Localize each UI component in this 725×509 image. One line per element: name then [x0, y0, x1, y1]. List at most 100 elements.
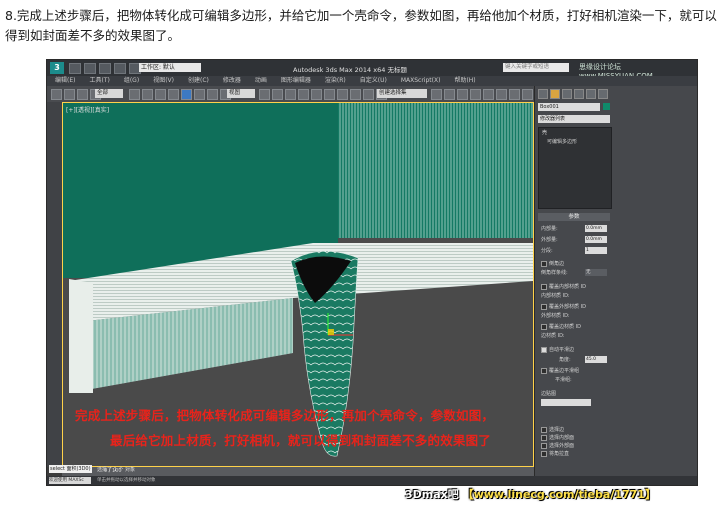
motion-tab-icon[interactable] [574, 89, 584, 99]
modify-tab-icon[interactable] [550, 89, 560, 99]
mirror-icon[interactable] [363, 89, 374, 100]
pivot-icon[interactable] [259, 89, 270, 100]
menu-item[interactable]: 工具(T) [89, 76, 109, 86]
render-frame-icon[interactable] [509, 89, 520, 100]
edge-mapping-dropdown[interactable] [541, 399, 591, 406]
toolbar-icons-select [129, 89, 231, 100]
maxscript-listener-line[interactable]: select 面积(3D0) [49, 465, 92, 473]
maxscript-welcome[interactable]: 欢迎使用 MAXSc [49, 477, 91, 484]
select-manipulate-icon[interactable] [272, 89, 283, 100]
open-icon[interactable] [84, 63, 96, 74]
render-setup-icon[interactable] [496, 89, 507, 100]
stack-item-editable-poly[interactable]: 可编辑多边形 [539, 137, 611, 146]
select-by-name-icon[interactable] [142, 89, 153, 100]
rect-select-icon[interactable] [155, 89, 166, 100]
modifier-list-dropdown[interactable]: 修改器列表 [538, 115, 610, 123]
material-editor-icon[interactable] [483, 89, 494, 100]
schematic-icon[interactable] [470, 89, 481, 100]
param-segments-label: 分段: [541, 248, 553, 254]
move-icon[interactable] [181, 89, 192, 100]
menu-item[interactable]: 编辑(E) [55, 76, 75, 86]
side-panel-blank [612, 86, 697, 485]
angle-spinner[interactable]: 45.0 [585, 356, 607, 363]
watermark-bottom-part1: 3Dmax吧 [405, 488, 459, 501]
back-wall-right [338, 103, 533, 238]
new-icon[interactable] [69, 63, 81, 74]
select-icon[interactable] [129, 89, 140, 100]
menu-item[interactable]: 帮助(H) [454, 76, 475, 86]
snap-icon[interactable] [298, 89, 309, 100]
viewport-label[interactable]: [+][透视][真实] [66, 105, 109, 114]
toolbar-icons-snap [259, 89, 387, 100]
angle-snap-icon[interactable] [311, 89, 322, 100]
rotate-icon[interactable] [194, 89, 205, 100]
auto-smooth-checkbox[interactable]: 自动平滑边 [541, 346, 574, 353]
app-logo[interactable]: 3 [50, 62, 64, 74]
object-name-field[interactable]: Box001 [538, 103, 600, 111]
param-inner-label: 内部量: [541, 226, 558, 232]
layer-manager-icon[interactable] [431, 89, 442, 100]
select-outer-label: 选择外部面 [549, 443, 575, 449]
mesh-slab-side [69, 279, 93, 393]
menu-item[interactable]: 视图(V) [153, 76, 174, 86]
quick-access-toolbar [69, 63, 141, 74]
percent-snap-icon[interactable] [324, 89, 335, 100]
object-color-swatch[interactable] [603, 103, 610, 110]
undo-icon[interactable] [51, 89, 62, 100]
reference-coord-dropdown[interactable]: 视图 [227, 89, 255, 98]
modifier-stack[interactable]: 壳 可编辑多边形 [538, 127, 612, 209]
selection-filter-dropdown[interactable]: 全部 [95, 89, 123, 98]
search-input[interactable]: 键入关键字或短语 [503, 63, 569, 72]
render-icon[interactable] [522, 89, 533, 100]
override-outer-checkbox[interactable]: 覆盖外部材质 ID [541, 303, 586, 310]
redo-icon[interactable] [64, 89, 75, 100]
edge-mat-id-label: 边材质 ID: [541, 333, 565, 339]
selection-status: 选择了 1 个 对象 [97, 467, 135, 473]
window-crossing-icon[interactable] [168, 89, 179, 100]
graphite-icon[interactable] [444, 89, 455, 100]
param-segments-spinner[interactable]: 1 [585, 247, 607, 254]
menu-item[interactable]: 组(G) [124, 76, 139, 86]
bevel-edges-checkbox[interactable]: 倒角边 [541, 260, 564, 267]
overlay-caption-line1: 完成上述步骤后，把物体转化成可编辑多边形，再加个壳命令，参数如图， [75, 408, 495, 423]
create-tab-icon[interactable] [538, 89, 548, 99]
named-selection-dropdown[interactable]: 创建选择集 [377, 89, 427, 98]
angle-label: 角度: [559, 357, 571, 363]
straighten-label: 将角拉直 [549, 451, 570, 457]
hierarchy-tab-icon[interactable] [562, 89, 572, 99]
stack-item-shell[interactable]: 壳 [539, 128, 611, 137]
param-outer-spinner[interactable]: 0.0mm [585, 236, 607, 243]
save-icon[interactable] [99, 63, 111, 74]
keyboard-shortcut-icon[interactable] [285, 89, 296, 100]
params-rollout-header[interactable]: 参数 [538, 213, 610, 221]
spinner-snap-icon[interactable] [337, 89, 348, 100]
menu-item[interactable]: 图形编辑器 [281, 76, 311, 86]
menu-item[interactable]: MAXScript(X) [401, 76, 441, 86]
display-tab-icon[interactable] [586, 89, 596, 99]
select-edges-checkbox[interactable]: 选择边 [541, 426, 564, 433]
menu-item[interactable]: 创建(C) [188, 76, 209, 86]
link-icon[interactable] [77, 89, 88, 100]
bevel-spline-button[interactable]: 无 [585, 269, 607, 276]
select-outer-checkbox[interactable]: 选择外部面 [541, 442, 574, 449]
menu-item[interactable]: 自定义(U) [360, 76, 387, 86]
utilities-tab-icon[interactable] [598, 89, 608, 99]
toolbar-icons-left [51, 89, 101, 100]
override-inner-checkbox[interactable]: 覆盖内部材质 ID [541, 283, 586, 290]
undo-icon[interactable] [114, 63, 126, 74]
scale-icon[interactable] [207, 89, 218, 100]
menu-item[interactable]: 修改器 [223, 76, 241, 86]
override-edge-checkbox[interactable]: 覆盖边材质 ID [541, 323, 581, 330]
menu-item[interactable]: 渲染(R) [325, 76, 346, 86]
curve-editor-icon[interactable] [457, 89, 468, 100]
select-inner-checkbox[interactable]: 选择内部面 [541, 434, 574, 441]
param-outer-label: 外部量: [541, 237, 558, 243]
workspace-dropdown[interactable]: 工作区: 默认 [139, 63, 201, 72]
edit-named-selection-icon[interactable] [350, 89, 361, 100]
straighten-checkbox[interactable]: 将角拉直 [541, 450, 569, 457]
inner-mat-id-label: 内部材质 ID: [541, 293, 570, 299]
watermark-bottom: 3Dmax吧 【www.linecg.com/tieba/1771】 [405, 486, 656, 502]
param-inner-spinner[interactable]: 0.0mm [585, 225, 607, 232]
menu-item[interactable]: 动画 [255, 76, 267, 86]
override-smooth-checkbox[interactable]: 覆盖边平滑组 [541, 367, 579, 374]
